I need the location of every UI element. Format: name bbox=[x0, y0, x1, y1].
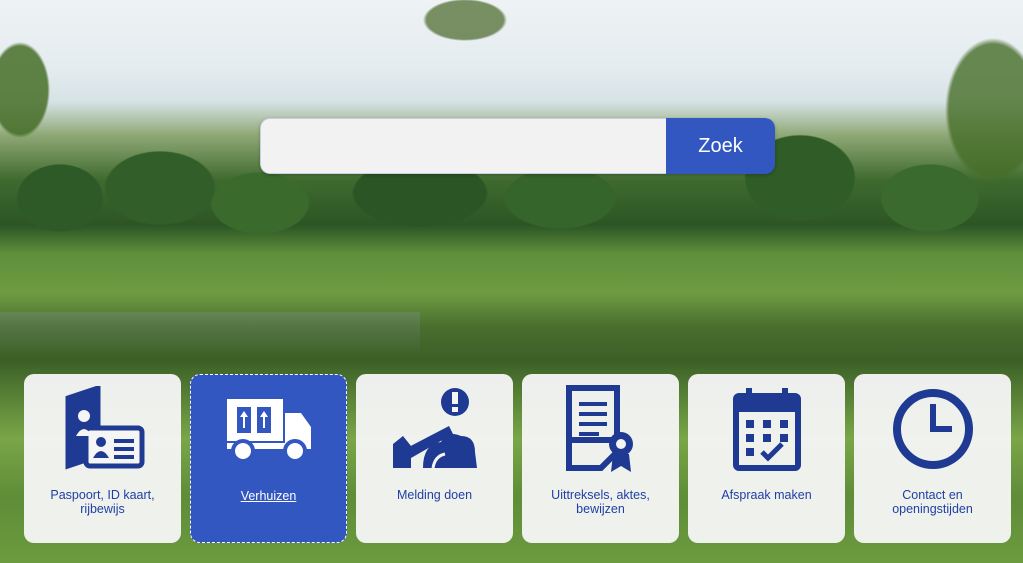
tile-contact[interactable]: Contact en openingstijden bbox=[854, 374, 1011, 543]
background-leaves bbox=[863, 0, 1023, 270]
search-button[interactable]: Zoek bbox=[666, 118, 775, 174]
background-water bbox=[0, 312, 420, 352]
tile-label: Uittreksels, aktes, bewijzen bbox=[551, 488, 650, 516]
calendar-icon bbox=[717, 384, 817, 474]
service-tiles: Paspoort, ID kaart, rijbewijs Verhuizen … bbox=[24, 374, 1011, 543]
tile-report[interactable]: Melding doen bbox=[356, 374, 513, 543]
tile-label: Afspraak maken bbox=[721, 488, 812, 502]
tile-appointment[interactable]: Afspraak maken bbox=[688, 374, 845, 543]
tile-label: Melding doen bbox=[396, 488, 473, 502]
tile-moving[interactable]: Verhuizen bbox=[190, 374, 347, 543]
background-leaves bbox=[390, 0, 540, 60]
search-input[interactable] bbox=[260, 118, 666, 174]
background-leaves bbox=[0, 0, 90, 190]
tile-label: Verhuizen bbox=[240, 489, 297, 503]
tile-label: Contact en openingstijden bbox=[892, 488, 973, 516]
clock-icon bbox=[883, 384, 983, 474]
moving-truck-icon bbox=[219, 385, 319, 475]
certificate-document-icon bbox=[551, 384, 651, 474]
tile-certificates[interactable]: Uittreksels, aktes, bewijzen bbox=[522, 374, 679, 543]
passport-id-icon bbox=[53, 384, 153, 474]
report-fallen-tree-icon bbox=[385, 384, 485, 474]
tile-passport[interactable]: Paspoort, ID kaart, rijbewijs bbox=[24, 374, 181, 543]
hero-banner: Zoek Paspoort, ID kaart, rijbewijs Verhu… bbox=[0, 0, 1023, 563]
tile-label: Paspoort, ID kaart, rijbewijs bbox=[50, 488, 155, 516]
search-bar: Zoek bbox=[260, 118, 775, 174]
